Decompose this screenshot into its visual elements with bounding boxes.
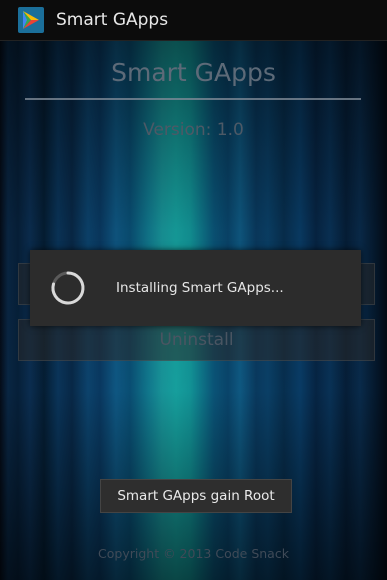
progress-message: Installing Smart GApps... (116, 280, 284, 296)
page-title: Smart GApps (111, 58, 276, 87)
progress-dialog: Installing Smart GApps... (30, 250, 361, 326)
loading-spinner-icon (50, 270, 86, 306)
app-screen: Smart GApps Smart GApps Version: 1.0 Uni… (0, 0, 387, 580)
version-label: Version: 1.0 (143, 120, 244, 140)
action-bar-title: Smart GApps (56, 10, 169, 30)
gain-root-button[interactable]: Smart GApps gain Root (100, 479, 292, 513)
action-bar: Smart GApps (0, 0, 387, 41)
copyright-text: Copyright © 2013 Code Snack (98, 546, 289, 561)
play-store-icon[interactable] (18, 7, 44, 33)
title-divider (25, 98, 361, 100)
